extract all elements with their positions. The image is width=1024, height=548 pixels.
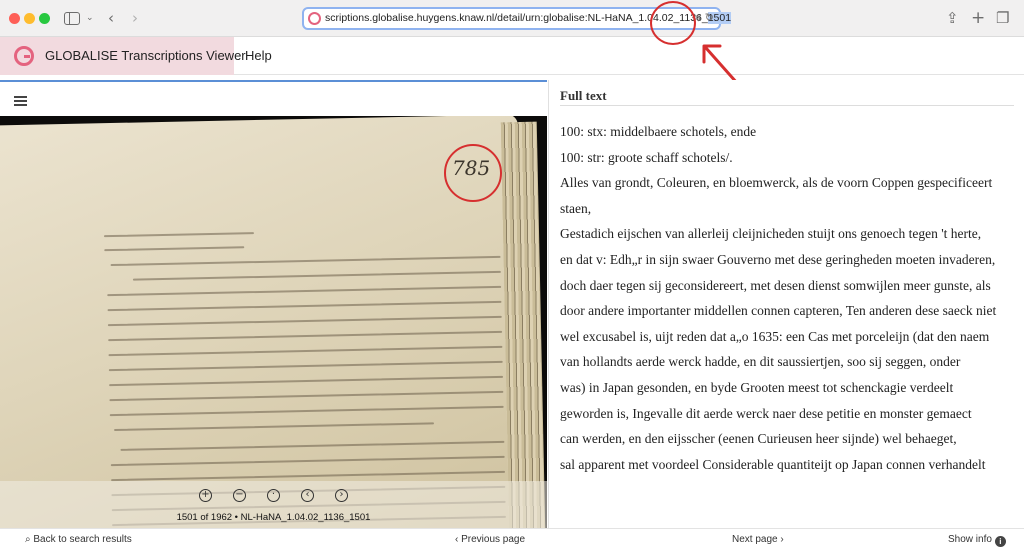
full-text-title: Full text: [560, 88, 607, 103]
fit-view-icon[interactable]: ·: [267, 489, 280, 502]
chevron-right-icon: ›: [780, 534, 784, 545]
image-viewer-pane: 785 + − · ‹ › 1501 of 1962 • NL-HaNA_1.0…: [0, 80, 547, 530]
globalise-logo-icon: [14, 46, 34, 66]
help-link[interactable]: Help: [245, 48, 272, 63]
browser-toolbar: ⌄ ‹ › scriptions.globalise.huygens.knaw.…: [0, 0, 1024, 37]
text-line: en dat v: Edh„r in sijn swaer Gouverno m…: [560, 251, 996, 267]
share-icon[interactable]: ⇪: [946, 9, 959, 27]
zoom-out-icon[interactable]: −: [233, 489, 246, 502]
tab-overview-icon[interactable]: ❐: [996, 9, 1009, 27]
page-stack-edges: [500, 121, 546, 530]
divider: [560, 105, 1014, 106]
info-icon: i: [994, 536, 1006, 547]
image-caption: 1501 of 1962 • NL-HaNA_1.04.02_1136_1501: [176, 512, 371, 523]
site-favicon-icon: [308, 12, 321, 25]
chevron-left-icon: ‹: [455, 534, 459, 545]
app-header: GLOBALISE Transcriptions Viewer Help: [0, 37, 1024, 75]
text-line: was) in Japan gesonden, en byde Grooten …: [560, 379, 954, 395]
text-line: geworden is, Ingevalle dit aerde werck n…: [560, 405, 972, 421]
zoom-window-button[interactable]: [39, 13, 50, 24]
close-window-button[interactable]: [9, 13, 20, 24]
sidebar-toggle-icon[interactable]: [64, 12, 80, 25]
text-line: sal apparent met voordeel Considerable q…: [560, 456, 986, 472]
back-arrow-icon[interactable]: ‹: [108, 9, 114, 27]
previous-page-button[interactable]: ‹ Previous page: [455, 534, 525, 545]
text-line: can werden, en den eijsscher (eenen Curi…: [560, 431, 957, 447]
full-text-pane: Full text 100: stx: middelbaere schotels…: [548, 80, 1024, 528]
minimize-window-button[interactable]: [24, 13, 35, 24]
show-info-button[interactable]: Show info i: [948, 534, 1006, 547]
app-title: GLOBALISE Transcriptions Viewer: [45, 48, 246, 63]
text-line: Alles van grondt, Coleuren, en bloemwerc…: [560, 175, 993, 216]
text-line: door andere importanter middellen connen…: [560, 303, 997, 319]
next-page-button[interactable]: Next page ›: [732, 534, 784, 545]
back-to-search-button[interactable]: ⌕ Back to search results: [25, 534, 132, 545]
search-icon: ⌕: [25, 534, 31, 545]
viewer-controls: + − · ‹ › 1501 of 1962 • NL-HaNA_1.04.02…: [0, 481, 547, 530]
text-line: Gestadich eijschen van allerleij cleijni…: [560, 226, 982, 242]
zoom-in-icon[interactable]: +: [199, 489, 212, 502]
folio-annotation-circle: [444, 144, 502, 202]
full-text-body: 100: stx: middelbaere schotels, ende 100…: [560, 119, 1015, 477]
text-line: 100: stx: middelbaere schotels, ende: [560, 124, 757, 139]
new-tab-icon[interactable]: +: [971, 9, 985, 27]
forward-arrow-icon[interactable]: ›: [132, 9, 138, 27]
text-line: wel excusabel is, uijt reden dat a„o 163…: [560, 328, 990, 344]
text-line: 100: str: groote schaff schotels/.: [560, 149, 733, 165]
previous-image-icon[interactable]: ‹: [301, 489, 314, 502]
chevron-down-icon[interactable]: ⌄: [86, 9, 94, 27]
bottom-navigation-bar: ⌕ Back to search results ‹ Previous page…: [0, 528, 1024, 548]
manuscript-scan[interactable]: 785 + − · ‹ › 1501 of 1962 • NL-HaNA_1.0…: [0, 116, 547, 530]
menu-icon[interactable]: [14, 96, 27, 106]
text-line: van hollandts aerde werck hadde, en dit …: [560, 354, 961, 370]
text-line: doch daer tegen sij geconsidereert, met …: [560, 277, 991, 293]
brand[interactable]: GLOBALISE Transcriptions Viewer: [0, 37, 246, 75]
next-image-icon[interactable]: ›: [335, 489, 348, 502]
